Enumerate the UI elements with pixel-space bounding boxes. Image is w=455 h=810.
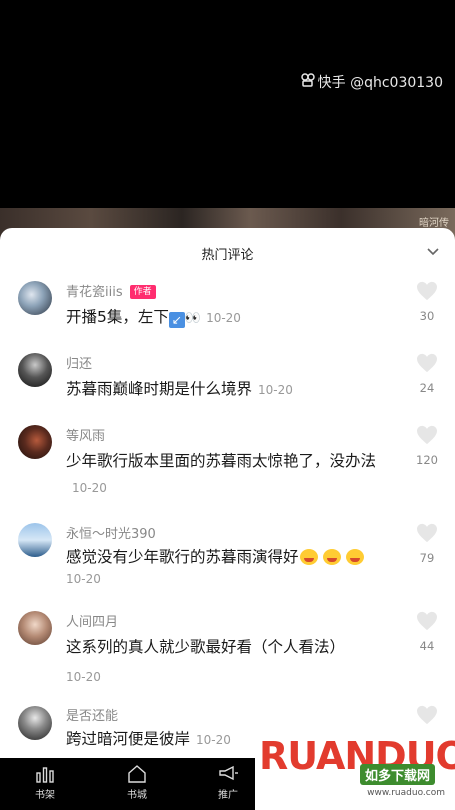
comment-time-row: 10-20 bbox=[66, 666, 101, 685]
home-icon bbox=[128, 765, 146, 783]
arrow-down-left-emoji-icon: ↙ bbox=[168, 312, 185, 328]
heart-icon bbox=[417, 425, 437, 445]
watermark-text: 快手 @qhc030130 bbox=[317, 75, 443, 91]
kuaishou-logo-icon bbox=[300, 73, 315, 91]
tab-label: 书城 bbox=[127, 790, 147, 801]
like-count: 79 bbox=[419, 551, 435, 565]
comment-body: 开播5集，左下 bbox=[66, 308, 169, 326]
comment-body: 苏暮雨巅峰时期是什么境界 bbox=[66, 380, 253, 398]
heart-icon bbox=[417, 353, 437, 373]
tab-label: 推广 bbox=[218, 790, 238, 801]
comment-item: 青花瓷iiis 作者 开播5集，左下 ↙ 👀 10-20 30 bbox=[0, 278, 455, 348]
like-button[interactable]: 79 bbox=[415, 523, 439, 565]
heart-icon bbox=[417, 523, 437, 543]
comment-item: 人间四月 这系列的真人就少歌最好看（个人看法） 10-20 44 bbox=[0, 608, 455, 702]
laugh-cry-emoji-icon bbox=[345, 549, 364, 565]
laugh-cry-emoji-icon bbox=[299, 549, 318, 565]
tab-promote[interactable]: 推广 bbox=[198, 764, 258, 801]
avatar[interactable] bbox=[18, 706, 52, 740]
video-player[interactable]: 快手 @qhc030130 bbox=[0, 0, 455, 240]
tab-bookstore[interactable]: 书城 bbox=[107, 764, 167, 801]
heart-icon bbox=[417, 281, 437, 301]
comment-username[interactable]: 等风雨 bbox=[66, 425, 105, 444]
comment-username[interactable]: 永恒～时光390 bbox=[66, 523, 156, 542]
sheet-title: 热门评论 bbox=[201, 248, 254, 263]
like-count: 24 bbox=[419, 381, 435, 395]
like-count: 30 bbox=[419, 309, 435, 323]
comment-body: 跨过暗河便是彼岸 bbox=[66, 730, 191, 748]
megaphone-icon bbox=[219, 765, 238, 781]
comment-time: 10-20 bbox=[66, 670, 101, 684]
heart-icon bbox=[417, 611, 437, 631]
avatar[interactable] bbox=[18, 425, 52, 459]
username-text[interactable]: 青花瓷iiis bbox=[66, 285, 123, 300]
like-count: 120 bbox=[416, 453, 438, 467]
like-button[interactable]: 44 bbox=[415, 611, 439, 653]
comment-item: 永恒～时光390 感觉没有少年歌行的苏暮雨演得好 10-20 79 bbox=[0, 520, 455, 606]
comment-item: 归还 苏暮雨巅峰时期是什么境界 10-20 24 bbox=[0, 350, 455, 420]
comment-time: 10-20 bbox=[206, 311, 241, 325]
comment-username[interactable]: 青花瓷iiis 作者 bbox=[66, 281, 156, 300]
comment-item: 等风雨 少年歌行版本里面的苏暮雨太惊艳了，没办法 10-20 120 bbox=[0, 422, 455, 518]
comment-username[interactable]: 归还 bbox=[66, 353, 92, 372]
like-button[interactable] bbox=[415, 705, 439, 725]
tab-label: 书架 bbox=[35, 790, 55, 801]
comment-username[interactable]: 人间四月 bbox=[66, 611, 118, 630]
avatar[interactable] bbox=[18, 523, 52, 557]
eyes-emoji-icon: 👀 bbox=[184, 311, 201, 326]
site-watermark-logo: RUANDUO 如多下载网 www.ruaduo.com bbox=[255, 730, 455, 810]
comment-text: 感觉没有少年歌行的苏暮雨演得好 bbox=[66, 544, 406, 570]
comment-sheet: 热门评论 青花瓷iiis 作者 开播5集，左下 ↙ 👀 10-20 30 归还 苏暮雨巅… bbox=[0, 228, 455, 758]
comment-time: 10-20 bbox=[66, 572, 101, 586]
comment-text: 开播5集，左下 ↙ 👀 10-20 bbox=[66, 304, 406, 332]
laugh-cry-emoji-icon bbox=[322, 549, 341, 565]
comment-time: 10-20 bbox=[196, 733, 231, 747]
bar-chart-icon bbox=[36, 767, 54, 783]
comment-text: 少年歌行版本里面的苏暮雨太惊艳了，没办法 10-20 bbox=[66, 448, 396, 501]
chevron-down-icon[interactable] bbox=[425, 244, 441, 260]
like-button[interactable]: 30 bbox=[415, 281, 439, 323]
tab-bookshelf[interactable]: 书架 bbox=[15, 764, 75, 801]
comment-text: 苏暮雨巅峰时期是什么境界 10-20 bbox=[66, 376, 406, 403]
comment-username[interactable]: 是否还能 bbox=[66, 705, 118, 724]
like-button[interactable]: 120 bbox=[415, 425, 439, 467]
watermark-url: www.ruaduo.com bbox=[367, 788, 445, 798]
comment-time-row: 10-20 bbox=[66, 568, 101, 587]
video-corner-text: 暗河传 bbox=[419, 218, 449, 229]
comment-body: 少年歌行版本里面的苏暮雨太惊艳了，没办法 bbox=[66, 452, 377, 470]
watermark: 快手 @qhc030130 bbox=[300, 72, 443, 92]
comment-time: 10-20 bbox=[258, 383, 293, 397]
comment-body: 感觉没有少年歌行的苏暮雨演得好 bbox=[66, 548, 299, 566]
comment-time: 10-20 bbox=[72, 481, 107, 495]
author-badge: 作者 bbox=[129, 285, 156, 299]
avatar[interactable] bbox=[18, 281, 52, 315]
watermark-sub: 如多下载网 bbox=[359, 764, 435, 785]
heart-icon bbox=[417, 705, 437, 725]
like-count: 44 bbox=[419, 639, 435, 653]
avatar[interactable] bbox=[18, 611, 52, 645]
comment-text: 这系列的真人就少歌最好看（个人看法） bbox=[66, 634, 406, 660]
comment-body: 这系列的真人就少歌最好看（个人看法） bbox=[66, 638, 346, 656]
like-button[interactable]: 24 bbox=[415, 353, 439, 395]
avatar[interactable] bbox=[18, 353, 52, 387]
